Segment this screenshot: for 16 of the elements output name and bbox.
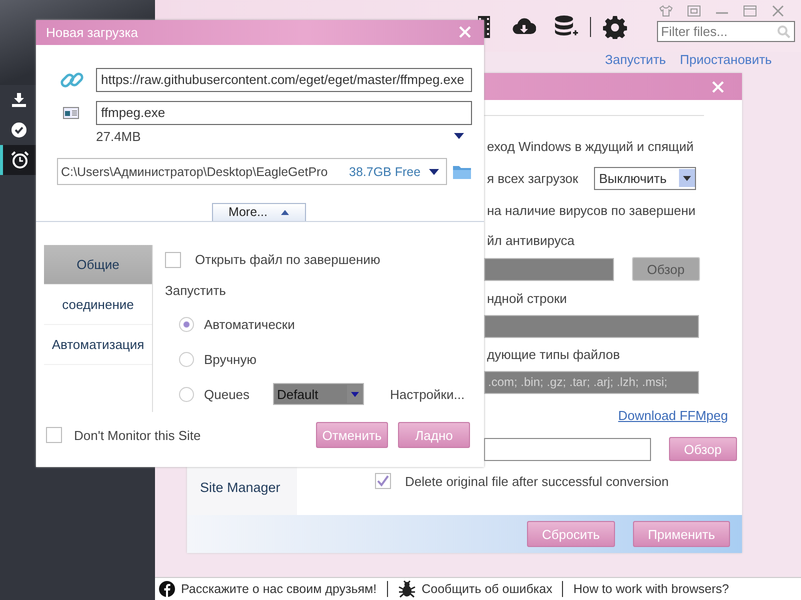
file-size: 27.4MB <box>96 128 141 144</box>
setting-label: дующие типы файлов <box>487 346 620 362</box>
checkbox-label: Открыть файл по завершению <box>195 252 380 268</box>
section-label: Запустить <box>165 282 227 300</box>
setting-label: ндной строки <box>487 290 567 306</box>
free-space: 38.7GB Free <box>349 164 421 179</box>
radio-label: Автоматически <box>204 316 295 332</box>
radio-label: Queues <box>204 386 251 402</box>
setting-label: йл антивируса <box>487 232 574 248</box>
radio-label: Вручную <box>204 352 258 367</box>
checkbox-label: Don't Monitor this Site <box>74 428 201 443</box>
setting-label: еход Windows в ждущий и спящий <box>487 138 694 154</box>
setting-label: на наличие вирусов по завершени <box>487 202 696 218</box>
checkbox-label: Delete original file after successful conversion <box>405 474 669 488</box>
dialog-title: Новая загрузка <box>46 24 138 40</box>
setting-label: я всех загрузок <box>487 170 580 186</box>
